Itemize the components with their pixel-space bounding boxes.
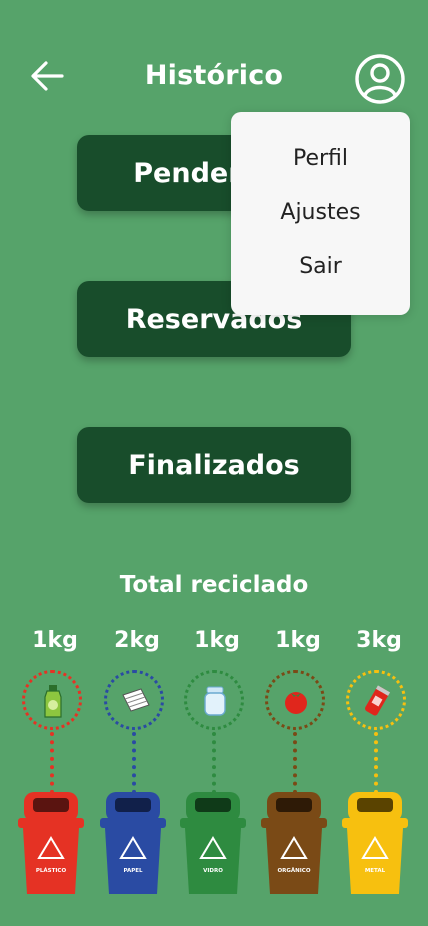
total-recycled-title: Total reciclado <box>119 572 309 598</box>
jar-icon <box>204 686 226 716</box>
bin-column-papel: 2kg PAPEL <box>97 628 177 918</box>
menu-item-sair[interactable]: Sair <box>231 254 410 279</box>
jar-ring <box>184 670 244 730</box>
recycle-bin-organico: ORGÂNICO <box>261 792 327 894</box>
weight-label: 2kg <box>114 628 160 653</box>
menu-item-ajustes[interactable]: Ajustes <box>231 200 410 225</box>
bottle-icon <box>44 685 62 718</box>
dotted-connector <box>50 732 54 794</box>
paper-icon <box>122 688 150 712</box>
finalizados-button[interactable]: Finalizados <box>77 427 351 503</box>
bottle-ring <box>22 670 82 730</box>
bin-column-plastico: 1kg PLÁSTICO <box>15 628 95 918</box>
menu-item-perfil[interactable]: Perfil <box>231 146 410 171</box>
paper-ring <box>104 670 164 730</box>
bin-column-metal: 3kg METAL <box>339 628 419 918</box>
bin-label: ORGÂNICO <box>277 867 310 874</box>
bin-column-vidro: 1kg VIDRO <box>177 628 257 918</box>
user-dropdown-menu: Perfil Ajustes Sair <box>231 112 410 315</box>
bin-column-organico: 1kg ORGÂNICO <box>258 628 338 918</box>
tomato-icon <box>285 692 307 714</box>
recycle-bin-metal: METAL <box>342 792 408 894</box>
weight-label: 3kg <box>356 628 402 653</box>
can-ring <box>346 670 406 730</box>
recycle-bin-plastico: PLÁSTICO <box>18 792 84 894</box>
weight-label: 1kg <box>194 628 240 653</box>
dotted-connector <box>293 732 297 794</box>
bin-label: PLÁSTICO <box>36 867 67 874</box>
recycle-bin-papel: PAPEL <box>100 792 166 894</box>
dotted-connector <box>212 732 216 794</box>
dotted-connector <box>132 732 136 794</box>
recycle-bin-vidro: VIDRO <box>180 792 246 894</box>
can-icon <box>365 685 391 716</box>
bin-label: VIDRO <box>203 868 223 874</box>
weight-label: 1kg <box>275 628 321 653</box>
bin-label: PAPEL <box>123 868 143 874</box>
bin-label: METAL <box>365 868 386 874</box>
user-avatar-icon[interactable] <box>354 53 406 105</box>
weight-label: 1kg <box>32 628 78 653</box>
dotted-connector <box>374 732 378 794</box>
tomato-ring <box>265 670 325 730</box>
